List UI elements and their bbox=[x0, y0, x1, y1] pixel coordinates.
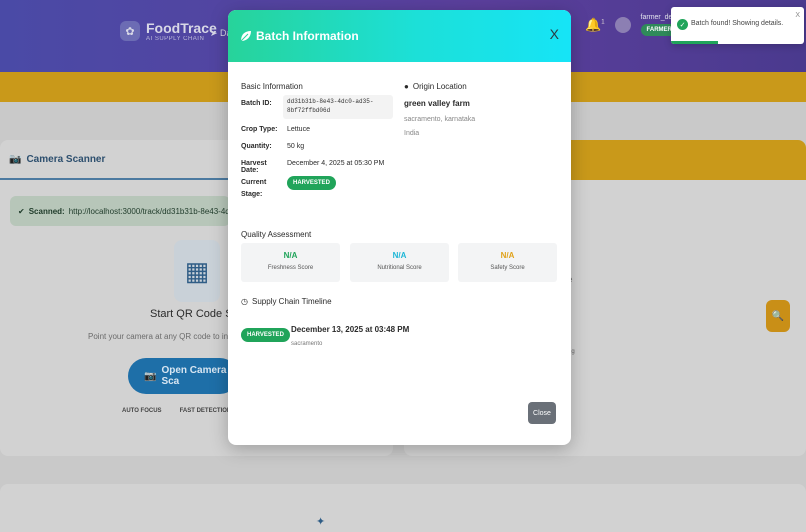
magic-wand-icon: ✦ bbox=[316, 516, 326, 528]
batch-id-label: Batch ID: bbox=[241, 100, 272, 107]
crop-type-value: Lettuce bbox=[287, 126, 310, 133]
avatar[interactable] bbox=[614, 17, 631, 33]
safety-score-card: N/A Safety Score bbox=[458, 243, 557, 282]
feature-chip: FAST DETECTION bbox=[179, 408, 232, 414]
qr-code-icon: ▦ bbox=[174, 240, 220, 302]
nutritional-score-value: N/A bbox=[392, 251, 407, 260]
farm-country: India bbox=[404, 130, 420, 137]
toast-message: Batch found! Showing details. bbox=[691, 20, 784, 27]
bell-icon[interactable]: 🔔1 bbox=[585, 17, 605, 33]
search-button[interactable]: 🔍 bbox=[766, 300, 790, 332]
origin-title: ● Origin Location bbox=[404, 82, 467, 91]
safety-score-value: N/A bbox=[500, 251, 515, 260]
close-icon[interactable]: X bbox=[550, 26, 559, 42]
feature-chip: AUTO FOCUS bbox=[122, 408, 162, 414]
timeline-title: ◷ Supply Chain Timeline bbox=[241, 297, 332, 306]
harvest-date-value: December 4, 2025 at 05:30 PM bbox=[287, 160, 385, 167]
scanned-label: Scanned: bbox=[28, 206, 65, 216]
scanner-features: AUTO FOCUS FAST DETECTION bbox=[122, 408, 231, 414]
harvest-date-label: Harvest Date: bbox=[241, 160, 267, 174]
quantity-label: Quantity: bbox=[241, 143, 272, 150]
check-circle-icon: ✓ bbox=[677, 19, 688, 30]
toast-progress-bar bbox=[671, 41, 718, 44]
safety-score-label: Safety Score bbox=[490, 265, 525, 271]
basic-info-title: Basic Information bbox=[241, 82, 303, 91]
toast-notification: ✓ Batch found! Showing details. X bbox=[671, 7, 804, 44]
app-name: FoodTrace bbox=[146, 20, 217, 36]
freshness-score-card: N/A Freshness Score bbox=[241, 243, 340, 282]
nutritional-score-card: N/A Nutritional Score bbox=[350, 243, 449, 282]
timeline-title-label: Supply Chain Timeline bbox=[251, 297, 332, 306]
scanned-banner: ✔ Scanned: http://localhost:3000/track/d… bbox=[10, 196, 230, 226]
camera-icon: 📷 bbox=[144, 370, 157, 382]
check-circle-icon: ✔ bbox=[18, 206, 25, 216]
freshness-score-label: Freshness Score bbox=[267, 265, 314, 271]
app-logo[interactable]: ✿ FoodTrace AI SUPPLY CHAIN bbox=[120, 20, 217, 42]
close-button[interactable]: Close bbox=[528, 402, 556, 424]
camera-icon: 📷 bbox=[9, 153, 22, 165]
toast-close-icon[interactable]: X bbox=[795, 12, 800, 19]
timeline-location: sacramento bbox=[291, 341, 323, 347]
bottom-card bbox=[0, 484, 806, 532]
leaf-icon: ✿ bbox=[120, 21, 140, 41]
timeline-date: December 13, 2025 at 03:48 PM bbox=[291, 325, 410, 334]
quality-title: Quality Assessment bbox=[241, 230, 312, 239]
stage-badge: HARVESTED bbox=[287, 176, 336, 190]
batch-info-modal: Batch Information X Basic Information Ba… bbox=[228, 10, 571, 445]
open-camera-label: Open Camera Sca bbox=[161, 365, 227, 387]
open-camera-button[interactable]: 📷 Open Camera Sca bbox=[128, 358, 238, 394]
camera-scanner-title: Camera Scanner bbox=[26, 153, 106, 165]
notification-count: 1 bbox=[601, 19, 605, 26]
header-user-area: 🔔1 farmer_demo FARMER bbox=[585, 14, 683, 36]
scanned-url: http://localhost:3000/track/dd31b31b-8e4… bbox=[68, 206, 230, 216]
timeline-stage-badge: HARVESTED bbox=[241, 328, 290, 342]
leaf-icon bbox=[240, 31, 251, 42]
modal-header: Batch Information X bbox=[228, 10, 571, 62]
clock-icon: ◷ bbox=[241, 297, 248, 306]
scan-instructions: Point your camera at any QR code to inst… bbox=[88, 332, 252, 341]
farm-region: sacramento, karnataka bbox=[404, 116, 476, 123]
map-pin-icon: ● bbox=[404, 82, 409, 91]
nutritional-score-label: Nutritional Score bbox=[377, 265, 422, 271]
modal-title: Batch Information bbox=[256, 29, 359, 43]
quantity-value: 50 kg bbox=[287, 143, 305, 150]
app-tagline: AI SUPPLY CHAIN bbox=[146, 36, 205, 42]
batch-id-value: dd31b31b-8e43-4dc0-ad35-8bf72ffbd06d bbox=[283, 95, 393, 119]
farm-name: green valley farm bbox=[404, 99, 470, 108]
origin-title-label: Origin Location bbox=[412, 82, 467, 91]
freshness-score-value: N/A bbox=[283, 251, 298, 260]
crop-type-label: Crop Type: bbox=[241, 126, 278, 133]
current-stage-label: Current Stage: bbox=[241, 179, 267, 198]
